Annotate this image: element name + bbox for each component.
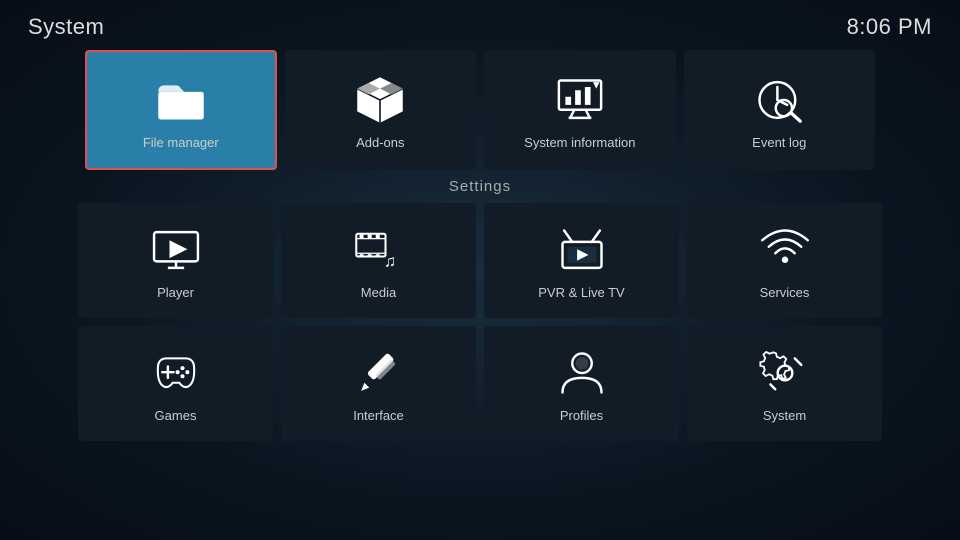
tile-pvr-live-tv[interactable]: PVR & Live TV (484, 203, 679, 318)
tile-profiles-label: Profiles (560, 408, 603, 423)
tile-media-label: Media (361, 285, 396, 300)
interface-icon (352, 346, 406, 400)
player-icon (149, 223, 203, 277)
tile-system-information[interactable]: System information (484, 50, 675, 170)
settings-label: Settings (449, 178, 511, 195)
tile-games-label: Games (155, 408, 197, 423)
tile-media[interactable]: ♫ Media (281, 203, 476, 318)
top-row: File manager Add-ons (0, 50, 960, 170)
tile-pvr-live-tv-label: PVR & Live TV (538, 285, 624, 300)
tile-services[interactable]: Services (687, 203, 882, 318)
tile-profiles[interactable]: Profiles (484, 326, 679, 441)
svg-text:♫: ♫ (383, 252, 395, 270)
tile-interface[interactable]: Interface (281, 326, 476, 441)
tile-file-manager-label: File manager (143, 135, 219, 150)
tile-add-ons-label: Add-ons (356, 135, 404, 150)
clock: 8:06 PM (847, 14, 932, 40)
tile-services-label: Services (760, 285, 810, 300)
tile-system[interactable]: System (687, 326, 882, 441)
tile-system-label: System (763, 408, 806, 423)
pvr-live-tv-icon (555, 223, 609, 277)
page-title: System (28, 14, 104, 40)
file-manager-icon (154, 73, 208, 127)
tile-add-ons[interactable]: Add-ons (285, 50, 476, 170)
profiles-icon (555, 346, 609, 400)
event-log-icon (752, 73, 806, 127)
tile-player[interactable]: Player (78, 203, 273, 318)
system-information-icon (553, 73, 607, 127)
settings-section: Settings Player (0, 178, 960, 449)
tile-system-information-label: System information (524, 135, 635, 150)
add-ons-icon (353, 73, 407, 127)
tile-games[interactable]: Games (78, 326, 273, 441)
tile-event-log[interactable]: Event log (684, 50, 875, 170)
tile-interface-label: Interface (353, 408, 404, 423)
settings-row-1: Player ♫ Media (0, 203, 960, 318)
games-icon (149, 346, 203, 400)
system-icon (758, 346, 812, 400)
header: System 8:06 PM (0, 0, 960, 50)
tile-player-label: Player (157, 285, 194, 300)
tile-event-log-label: Event log (752, 135, 806, 150)
settings-row-2: Games Interface (0, 326, 960, 441)
media-icon: ♫ (352, 223, 406, 277)
services-icon (758, 223, 812, 277)
tile-file-manager[interactable]: File manager (85, 50, 277, 170)
